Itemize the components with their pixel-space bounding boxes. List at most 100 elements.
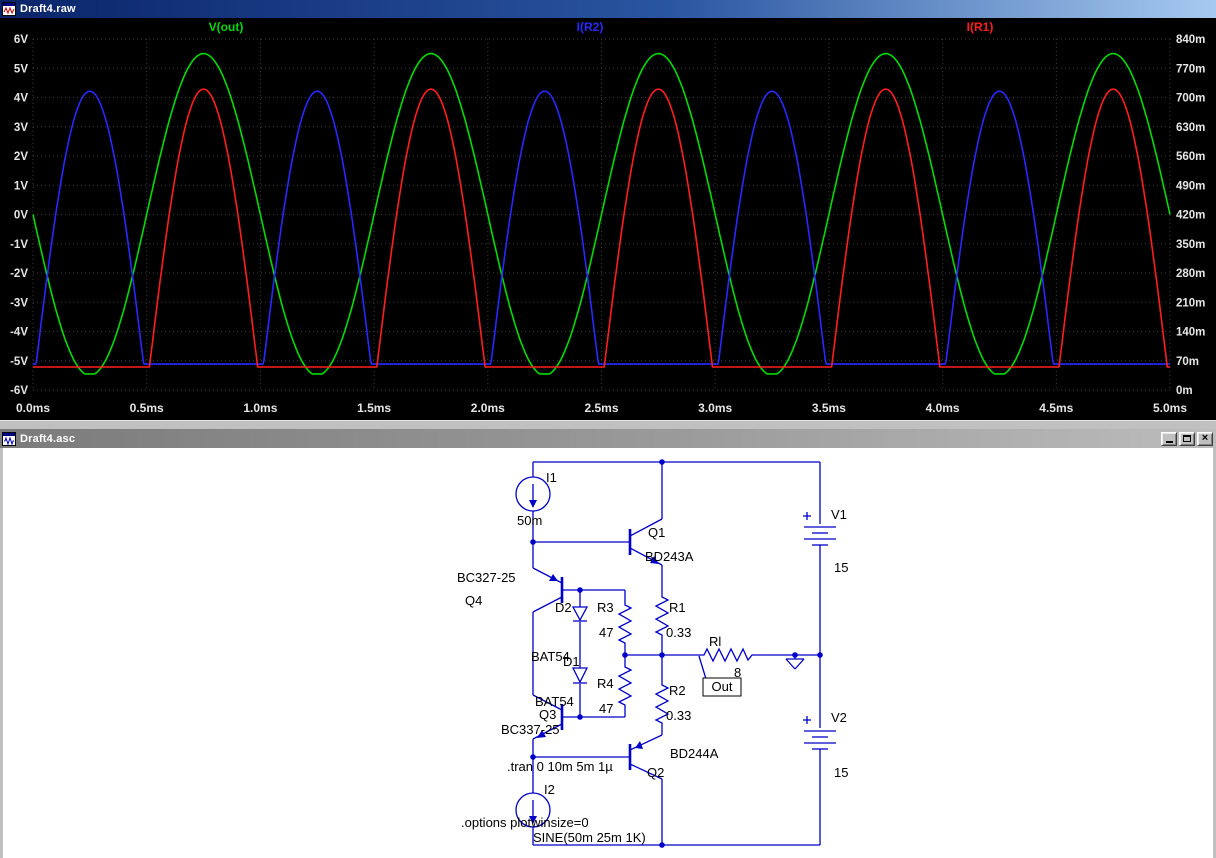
trace-label-I(R1)[interactable]: I(R1)	[967, 20, 994, 34]
resistor-R3[interactable]	[617, 600, 633, 648]
Q3-name-label[interactable]: Q3	[539, 707, 556, 722]
y-right-tick-label: 70m	[1176, 356, 1199, 368]
y-left-tick-label: 1V	[14, 180, 28, 192]
x-tick-label: 3.0ms	[698, 401, 732, 415]
y-left-tick-label: 4V	[14, 93, 28, 105]
y-left-tick-label: 3V	[14, 122, 28, 134]
directive-tran[interactable]: .tran 0 10m 5m 1µ	[507, 759, 613, 774]
D1-value-label[interactable]: BAT54	[535, 694, 574, 709]
schematic-window-title: Draft4.asc	[20, 432, 76, 445]
x-tick-label: 5.0ms	[1153, 401, 1187, 415]
x-tick-label: 4.0ms	[926, 401, 960, 415]
Q2-name-label[interactable]: Q2	[647, 765, 664, 780]
y-left-tick-label: -5V	[10, 356, 28, 368]
R4-value-label[interactable]: 47	[599, 701, 613, 716]
y-right-tick-label: 770m	[1176, 63, 1205, 75]
I2-name-label[interactable]: I2	[544, 782, 555, 797]
R2-name-label[interactable]: R2	[669, 683, 686, 698]
restore-icon	[1183, 435, 1191, 442]
waveform-plot-area[interactable]: 6V 840m 5V 770m 4V 700m 3V 630m 2V 560m 1V 490m 0V 42…	[0, 18, 1216, 420]
x-tick-label: 1.5ms	[357, 401, 391, 415]
I2-value-label[interactable]: SINE(50m 25m 1K)	[533, 830, 646, 845]
trace-I(R1)[interactable]	[33, 88, 1170, 368]
y-left-tick-label: -2V	[10, 268, 28, 280]
trace-V(out)[interactable]	[32, 52, 1171, 375]
ltspice-app: Draft4.raw 6V 840m 5V 770m 4V 700m 3V 630m 2V 560…	[0, 0, 1216, 858]
Q2-value-label[interactable]: BD244A	[670, 746, 719, 761]
close-icon: ×	[1201, 432, 1209, 444]
y-right-tick-label: 840m	[1176, 34, 1205, 46]
y-right-tick-label: 490m	[1176, 180, 1205, 192]
out-label-text: Out	[712, 679, 733, 694]
x-tick-label: 4.5ms	[1039, 401, 1073, 415]
schematic-titlebar[interactable]: Draft4.asc ×	[0, 429, 1216, 448]
Q1-value-label[interactable]: BD243A	[645, 549, 694, 564]
window-controls: ×	[1161, 431, 1214, 446]
waveform-window-title: Draft4.raw	[20, 3, 76, 15]
Q1-name-label[interactable]: Q1	[648, 525, 665, 540]
x-tick-label: 0.0ms	[16, 401, 50, 415]
I1-name-label[interactable]: I1	[546, 470, 557, 485]
minimize-button[interactable]	[1161, 431, 1177, 446]
y-right-tick-label: 700m	[1176, 93, 1205, 105]
y-right-tick-label: 630m	[1176, 122, 1205, 134]
R1-name-label[interactable]: R1	[669, 600, 686, 615]
y-right-tick-label: 420m	[1176, 210, 1205, 222]
y-right-tick-label: 560m	[1176, 151, 1205, 163]
R4-name-label[interactable]: R4	[597, 676, 614, 691]
y-right-tick-label: 210m	[1176, 297, 1205, 309]
trace-label-I(R2)[interactable]: I(R2)	[577, 20, 604, 34]
V1-name-label[interactable]: V1	[831, 507, 847, 522]
restore-button[interactable]	[1179, 431, 1195, 446]
x-tick-label: 2.0ms	[471, 401, 505, 415]
D1-name-label[interactable]: D1	[563, 654, 580, 669]
R3-value-label[interactable]: 47	[599, 625, 613, 640]
Q4-name-label[interactable]: Q4	[465, 593, 482, 608]
y-left-tick-label: 6V	[14, 34, 28, 46]
y-right-tick-label: 0m	[1176, 385, 1193, 397]
x-tick-label: 2.5ms	[584, 401, 618, 415]
waveform-plot[interactable]: 6V 840m 5V 770m 4V 700m 3V 630m 2V 560m 1V 490m 0V 42…	[0, 18, 1216, 420]
diode-D2[interactable]	[571, 606, 589, 622]
Q4-value-label[interactable]: BC327-25	[457, 570, 516, 585]
R1-value-label[interactable]: 0.33	[666, 625, 691, 640]
V2-name-label[interactable]: V2	[831, 710, 847, 725]
resistor-R4[interactable]	[617, 662, 633, 710]
Q3-value-label[interactable]: BC337-25	[501, 722, 560, 737]
schematic-file-icon[interactable]	[2, 431, 16, 446]
schematic-canvas[interactable]: I1 50m Q1 BD243A BC327-25 Q4 Q3 BC337-25…	[0, 448, 1216, 858]
V1-value-label[interactable]: 15	[834, 560, 848, 575]
x-tick-label: 3.5ms	[812, 401, 846, 415]
close-button[interactable]: ×	[1197, 431, 1213, 446]
waveform-file-icon[interactable]	[2, 2, 16, 16]
y-right-tick-label: 280m	[1176, 268, 1205, 280]
ground-icon[interactable]	[785, 658, 805, 670]
y-right-tick-label: 350m	[1176, 239, 1205, 251]
y-left-tick-label: 5V	[14, 63, 28, 75]
V2-value-label[interactable]: 15	[834, 765, 848, 780]
waveform-titlebar[interactable]: Draft4.raw	[0, 0, 1216, 18]
x-tick-label: 1.0ms	[243, 401, 277, 415]
R2-value-label[interactable]: 0.33	[666, 708, 691, 723]
window-border-left	[0, 448, 3, 858]
D2-name-label[interactable]: D2	[555, 600, 572, 615]
y-left-tick-label: -1V	[10, 239, 28, 251]
current-source-I1[interactable]	[515, 476, 551, 512]
R3-name-label[interactable]: R3	[597, 600, 614, 615]
minimize-icon	[1165, 441, 1173, 443]
y-left-tick-label: 0V	[14, 210, 28, 222]
x-tick-label: 0.5ms	[130, 401, 164, 415]
I1-value-label[interactable]: 50m	[517, 513, 542, 528]
diode-D1[interactable]	[571, 667, 589, 684]
trace-label-V(out)[interactable]: V(out)	[209, 20, 244, 34]
directive-options[interactable]: .options plotwinsize=0	[461, 815, 589, 830]
y-left-tick-label: -4V	[10, 327, 28, 339]
y-left-tick-label: -6V	[10, 385, 28, 397]
y-right-tick-label: 140m	[1176, 327, 1205, 339]
resistor-Rl[interactable]	[700, 647, 758, 663]
window-divider	[0, 420, 1216, 429]
y-left-tick-label: 2V	[14, 151, 28, 163]
schematic-drawing[interactable]: I1 50m Q1 BD243A BC327-25 Q4 Q3 BC337-25…	[0, 448, 1216, 858]
y-left-tick-label: -3V	[10, 297, 28, 309]
Rl-name-label[interactable]: Rl	[709, 634, 721, 649]
